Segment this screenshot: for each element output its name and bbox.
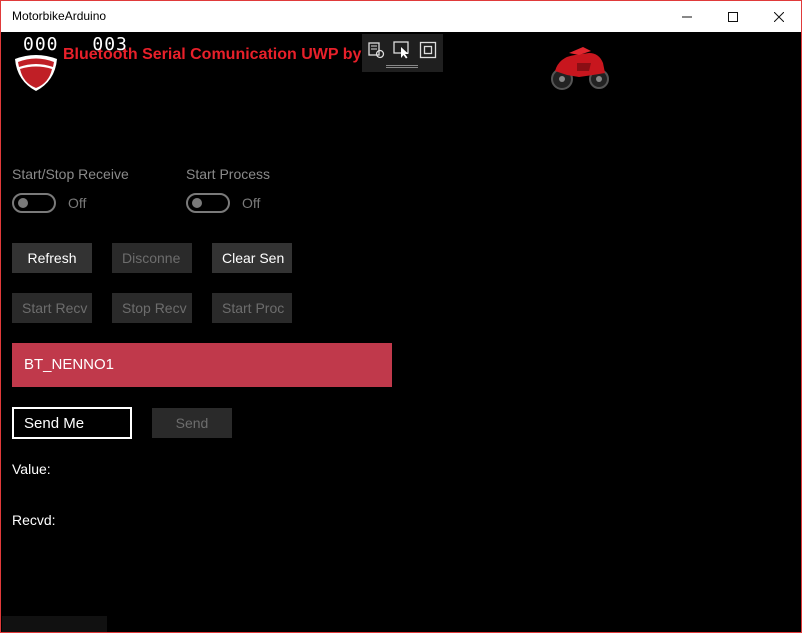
motorbike-icon	[551, 47, 609, 90]
start-process-button[interactable]: Start Proc	[212, 293, 292, 323]
maximize-button[interactable]	[710, 1, 756, 32]
counter-right: 003	[92, 34, 128, 55]
receive-toggle[interactable]	[12, 193, 56, 213]
title-bar: MotorbikeArduino	[1, 1, 801, 32]
maximize-icon	[728, 11, 738, 22]
display-layout-adorners-icon[interactable]	[419, 41, 437, 59]
refresh-button[interactable]: Refresh	[12, 243, 92, 273]
receive-toggle-label: Start/Stop Receive	[12, 166, 129, 182]
process-toggle-label: Start Process	[186, 166, 271, 182]
start-receive-button[interactable]: Start Recv	[12, 293, 92, 323]
status-strip	[2, 616, 107, 632]
stop-receive-button[interactable]: Stop Recv	[112, 293, 192, 323]
send-button[interactable]: Send	[152, 408, 232, 438]
disconnect-button[interactable]: Disconne	[112, 243, 192, 273]
clear-send-button[interactable]: Clear Sen	[212, 243, 292, 273]
minimize-button[interactable]	[664, 1, 710, 32]
select-element-icon[interactable]	[393, 41, 411, 59]
toggle-knob	[192, 198, 202, 208]
frame-counters: 000 003	[23, 34, 128, 55]
recvd-label: Recvd:	[12, 512, 56, 528]
value-label: Value:	[12, 461, 51, 477]
debug-toolbar	[362, 34, 443, 72]
toggle-knob	[18, 198, 28, 208]
process-toggle[interactable]	[186, 193, 230, 213]
window-title: MotorbikeArduino	[12, 9, 107, 23]
app-window: MotorbikeArduino Bluetooth Serial Comuni…	[0, 0, 802, 633]
send-text-input[interactable]	[12, 407, 132, 439]
process-toggle-state: Off	[242, 195, 261, 211]
minimize-icon	[682, 16, 692, 17]
device-list-item[interactable]: BT_NENNO1	[12, 343, 392, 387]
ducati-shield-icon	[15, 55, 57, 91]
live-visual-tree-icon[interactable]	[367, 41, 385, 59]
toolbar-grip[interactable]	[386, 65, 418, 68]
close-icon	[774, 11, 784, 22]
counter-left: 000	[23, 34, 59, 55]
close-button[interactable]	[756, 1, 801, 32]
receive-toggle-state: Off	[68, 195, 87, 211]
